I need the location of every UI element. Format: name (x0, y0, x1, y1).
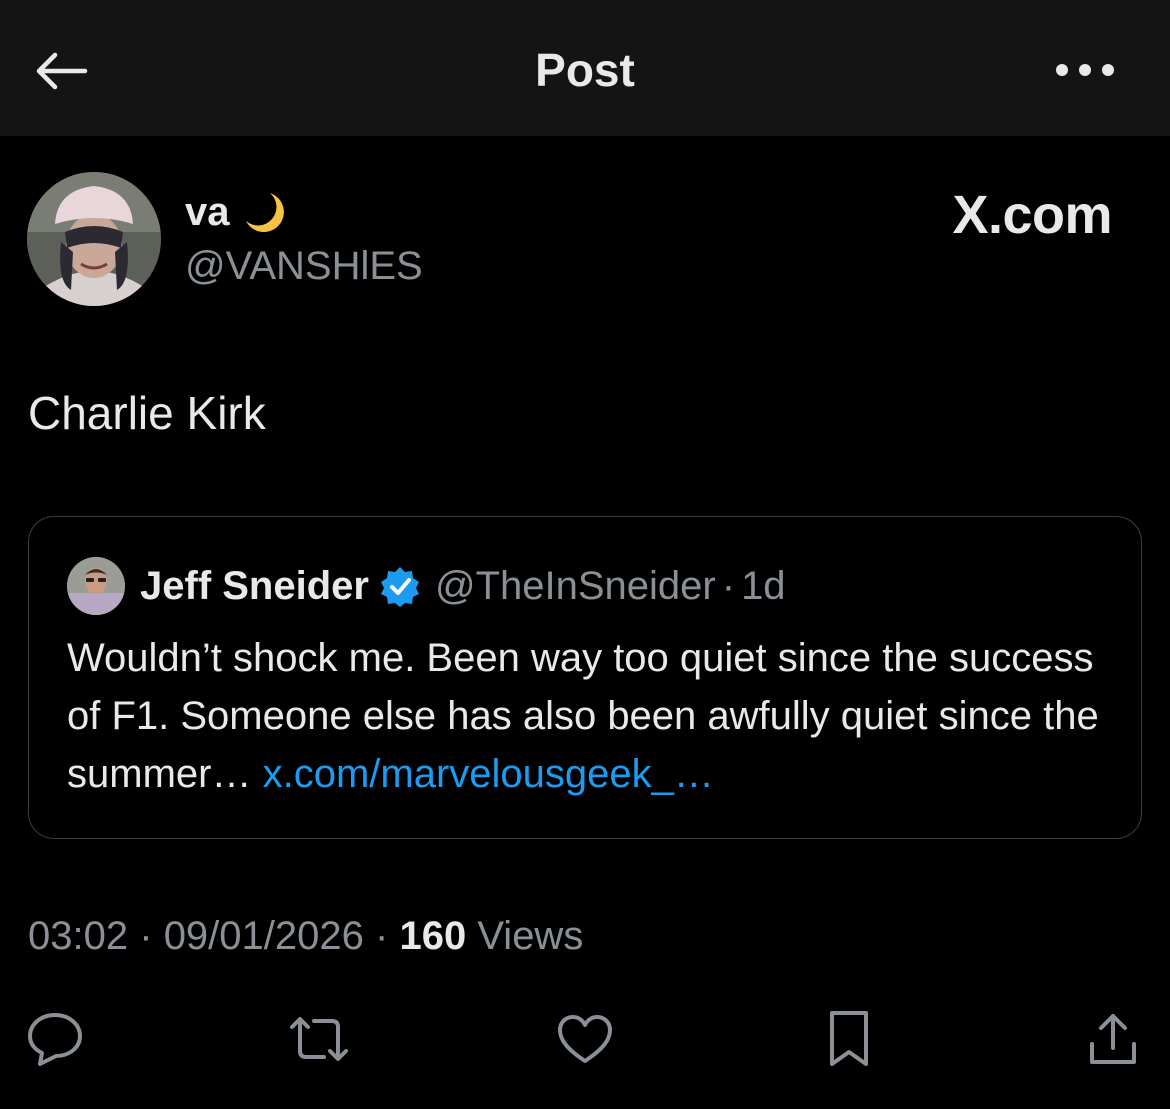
more-horizontal-icon (1056, 64, 1114, 76)
more-options-button[interactable] (1050, 50, 1120, 90)
quoted-post-time: 1d (741, 563, 786, 608)
avatar-image (27, 172, 161, 306)
bookmark-icon (830, 1011, 868, 1066)
post-metadata: 03:02 · 09/01/2026 · 160 Views (28, 908, 583, 964)
quoted-author-name: Jeff Sneider (140, 563, 369, 608)
repost-button[interactable] (286, 1006, 352, 1072)
share-button[interactable] (1080, 1006, 1146, 1072)
quoted-post-header: Jeff Sneider @TheInSneider · 1d (67, 557, 786, 615)
post-text: Charlie Kirk (28, 387, 266, 439)
separator-dot: · (139, 914, 153, 958)
author-avatar[interactable] (27, 172, 161, 306)
quoted-author-handle: @TheInSneider (434, 563, 716, 608)
verified-badge-icon (380, 567, 419, 607)
share-icon (1090, 1014, 1136, 1064)
avatar-image (67, 557, 125, 615)
author-handle[interactable]: @VANSHlES (185, 240, 423, 292)
page-title: Post (535, 44, 635, 96)
reply-icon (28, 1013, 82, 1066)
views-label: Views (477, 914, 584, 958)
quoted-post-text: Wouldn’t shock me. Been way too quiet si… (67, 629, 1117, 803)
action-bar (0, 1000, 1170, 1080)
repost-icon (290, 1017, 348, 1061)
post-time: 03:02 (28, 914, 129, 958)
quoted-post-link[interactable]: x.com/marvelousgeek_… (263, 752, 714, 796)
views-count: 160 (399, 914, 467, 958)
post-date: 09/01/2026 (163, 914, 364, 958)
author-name-row[interactable]: va (185, 184, 286, 240)
separator-dot: · (375, 914, 389, 958)
quoted-post[interactable]: Jeff Sneider @TheInSneider · 1d Wouldn’t… (28, 516, 1142, 839)
top-bar: Post (0, 0, 1170, 136)
source-label: X.com (952, 185, 1112, 245)
like-button[interactable] (552, 1006, 618, 1072)
quoted-author-avatar[interactable] (67, 557, 125, 615)
crescent-moon-icon (245, 193, 284, 233)
author-display-name: va (185, 189, 230, 234)
separator-dot: · (721, 563, 736, 608)
bookmark-button[interactable] (816, 1006, 882, 1072)
reply-button[interactable] (22, 1006, 88, 1072)
like-icon (558, 1015, 612, 1063)
